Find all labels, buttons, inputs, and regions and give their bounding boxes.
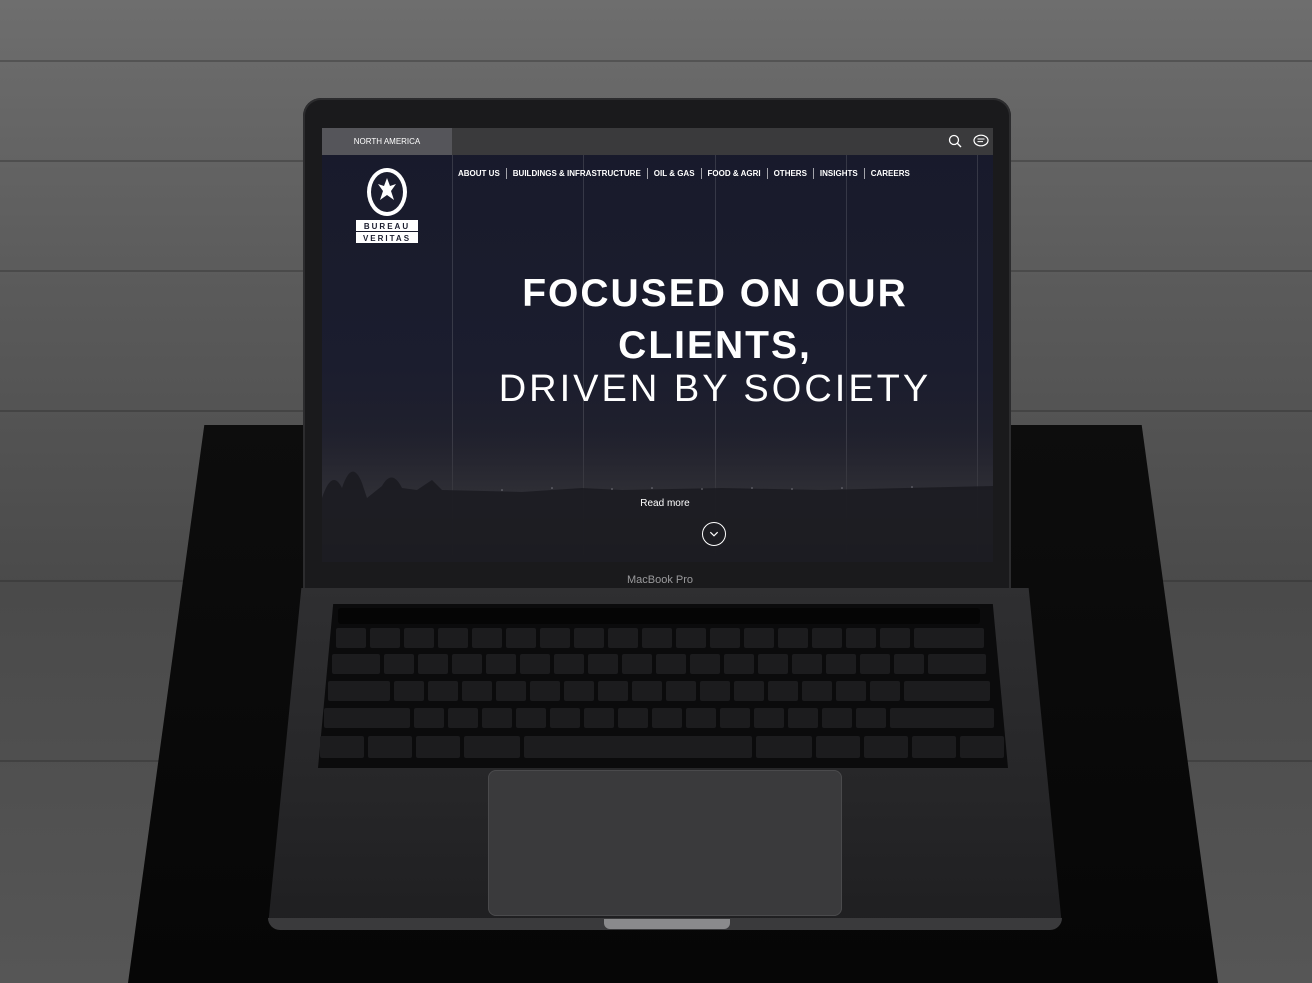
nav-others[interactable]: OTHERS: [766, 168, 813, 179]
search-icon[interactable]: [948, 134, 962, 148]
floor-plank-line: [0, 60, 1312, 62]
region-selector[interactable]: NORTH AMERICA: [322, 128, 452, 155]
hero-line-1: FOCUSED ON OUR: [522, 272, 908, 315]
trackpad[interactable]: [488, 770, 842, 916]
main-nav: ABOUT US BUILDINGS & INFRASTRUCTURE OIL …: [458, 168, 916, 179]
nav-food-agri[interactable]: FOOD & AGRI: [700, 168, 767, 179]
nav-oil-gas[interactable]: OIL & GAS: [646, 168, 701, 179]
read-more-link[interactable]: Read more: [615, 498, 715, 509]
hero-heading-light: DRIVEN BY SOCIETY: [498, 368, 932, 410]
keyboard-keys: [320, 628, 1004, 758]
nav-careers[interactable]: CAREERS: [863, 168, 916, 179]
device-brand-label: MacBook Pro: [626, 574, 694, 586]
nav-buildings-infrastructure[interactable]: BUILDINGS & INFRASTRUCTURE: [505, 168, 647, 179]
laptop-screen: NORTH AMERICA BUREAU VERITAS ABOUT US BU…: [322, 128, 993, 562]
hero-line-2: CLIENTS,: [618, 324, 812, 367]
svg-text:BUREAU: BUREAU: [364, 222, 410, 231]
night-landscape: [322, 428, 993, 562]
hero-heading-bold: FOCUSED ON OUR CLIENTS,: [472, 268, 958, 372]
chevron-down-icon: [709, 531, 719, 537]
chat-icon[interactable]: [973, 134, 989, 148]
svg-text:VERITAS: VERITAS: [363, 234, 411, 243]
bureau-veritas-logo[interactable]: BUREAU VERITAS: [356, 166, 418, 244]
touch-bar: [338, 608, 980, 624]
lid-notch: [604, 919, 730, 929]
nav-insights[interactable]: INSIGHTS: [812, 168, 864, 179]
scroll-down-button[interactable]: [702, 522, 726, 546]
nav-about-us[interactable]: ABOUT US: [458, 168, 506, 179]
